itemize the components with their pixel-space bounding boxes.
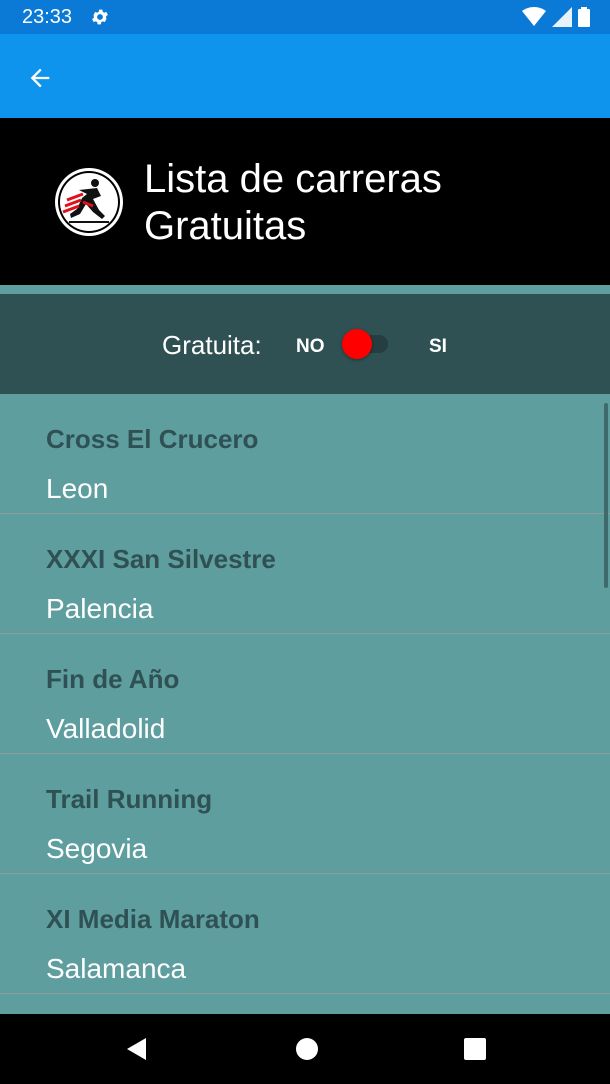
- header: Lista de carreras Gratuitas: [0, 118, 610, 285]
- battery-icon: [578, 7, 590, 27]
- divider: [0, 285, 610, 294]
- filter-option-si: SI: [429, 336, 447, 357]
- page-title-line1: Lista de carreras: [144, 157, 442, 201]
- wifi-icon: [522, 7, 546, 26]
- back-triangle-icon[interactable]: [124, 1036, 150, 1062]
- status-bar: 23:33: [0, 0, 610, 34]
- toggle-thumb[interactable]: [342, 329, 372, 359]
- page-title: Lista de carreras Gratuitas: [144, 156, 584, 250]
- filter-label: Gratuita:: [162, 330, 262, 360]
- list-item[interactable]: Fin de Año Valladolid: [0, 634, 610, 754]
- back-button[interactable]: [18, 56, 62, 100]
- race-name: XXXI San Silvestre: [46, 544, 276, 574]
- race-name: Trail Running: [46, 784, 213, 814]
- race-name: Fin de Año: [46, 664, 180, 694]
- list-item[interactable]: Trail Running Segovia: [0, 754, 610, 874]
- home-circle-icon[interactable]: [294, 1036, 320, 1062]
- signal-icon: [552, 7, 572, 27]
- status-time: 23:33: [22, 6, 73, 28]
- page-title-line2: Gratuitas: [144, 204, 307, 248]
- arrow-left-icon: [30, 68, 50, 88]
- race-city: Salamanca: [46, 953, 187, 984]
- app-bar: [0, 34, 610, 118]
- race-city: Palencia: [46, 593, 154, 624]
- filter-bar: Gratuita: NO SI: [0, 294, 610, 394]
- filter-option-no: NO: [296, 336, 325, 357]
- race-city: Leon: [46, 473, 109, 504]
- list-item[interactable]: XI Media Maraton Salamanca: [0, 874, 610, 994]
- runner-logo-icon: [55, 168, 123, 236]
- list-item[interactable]: XXXI San Silvestre Palencia: [0, 514, 610, 634]
- race-city: Valladolid: [46, 713, 166, 744]
- race-city: Segovia: [46, 833, 148, 864]
- scrollbar[interactable]: [604, 403, 608, 588]
- list-item[interactable]: Cross El Crucero Leon: [0, 394, 610, 514]
- race-name: XI Media Maraton: [46, 904, 260, 934]
- race-list[interactable]: Cross El Crucero Leon XXXI San Silvestre…: [0, 394, 610, 1014]
- race-name: Cross El Crucero: [46, 424, 259, 454]
- gear-icon: [92, 9, 108, 25]
- recents-square-icon[interactable]: [462, 1036, 488, 1062]
- system-nav-bar: [0, 1014, 610, 1084]
- gratuita-toggle[interactable]: [342, 329, 388, 359]
